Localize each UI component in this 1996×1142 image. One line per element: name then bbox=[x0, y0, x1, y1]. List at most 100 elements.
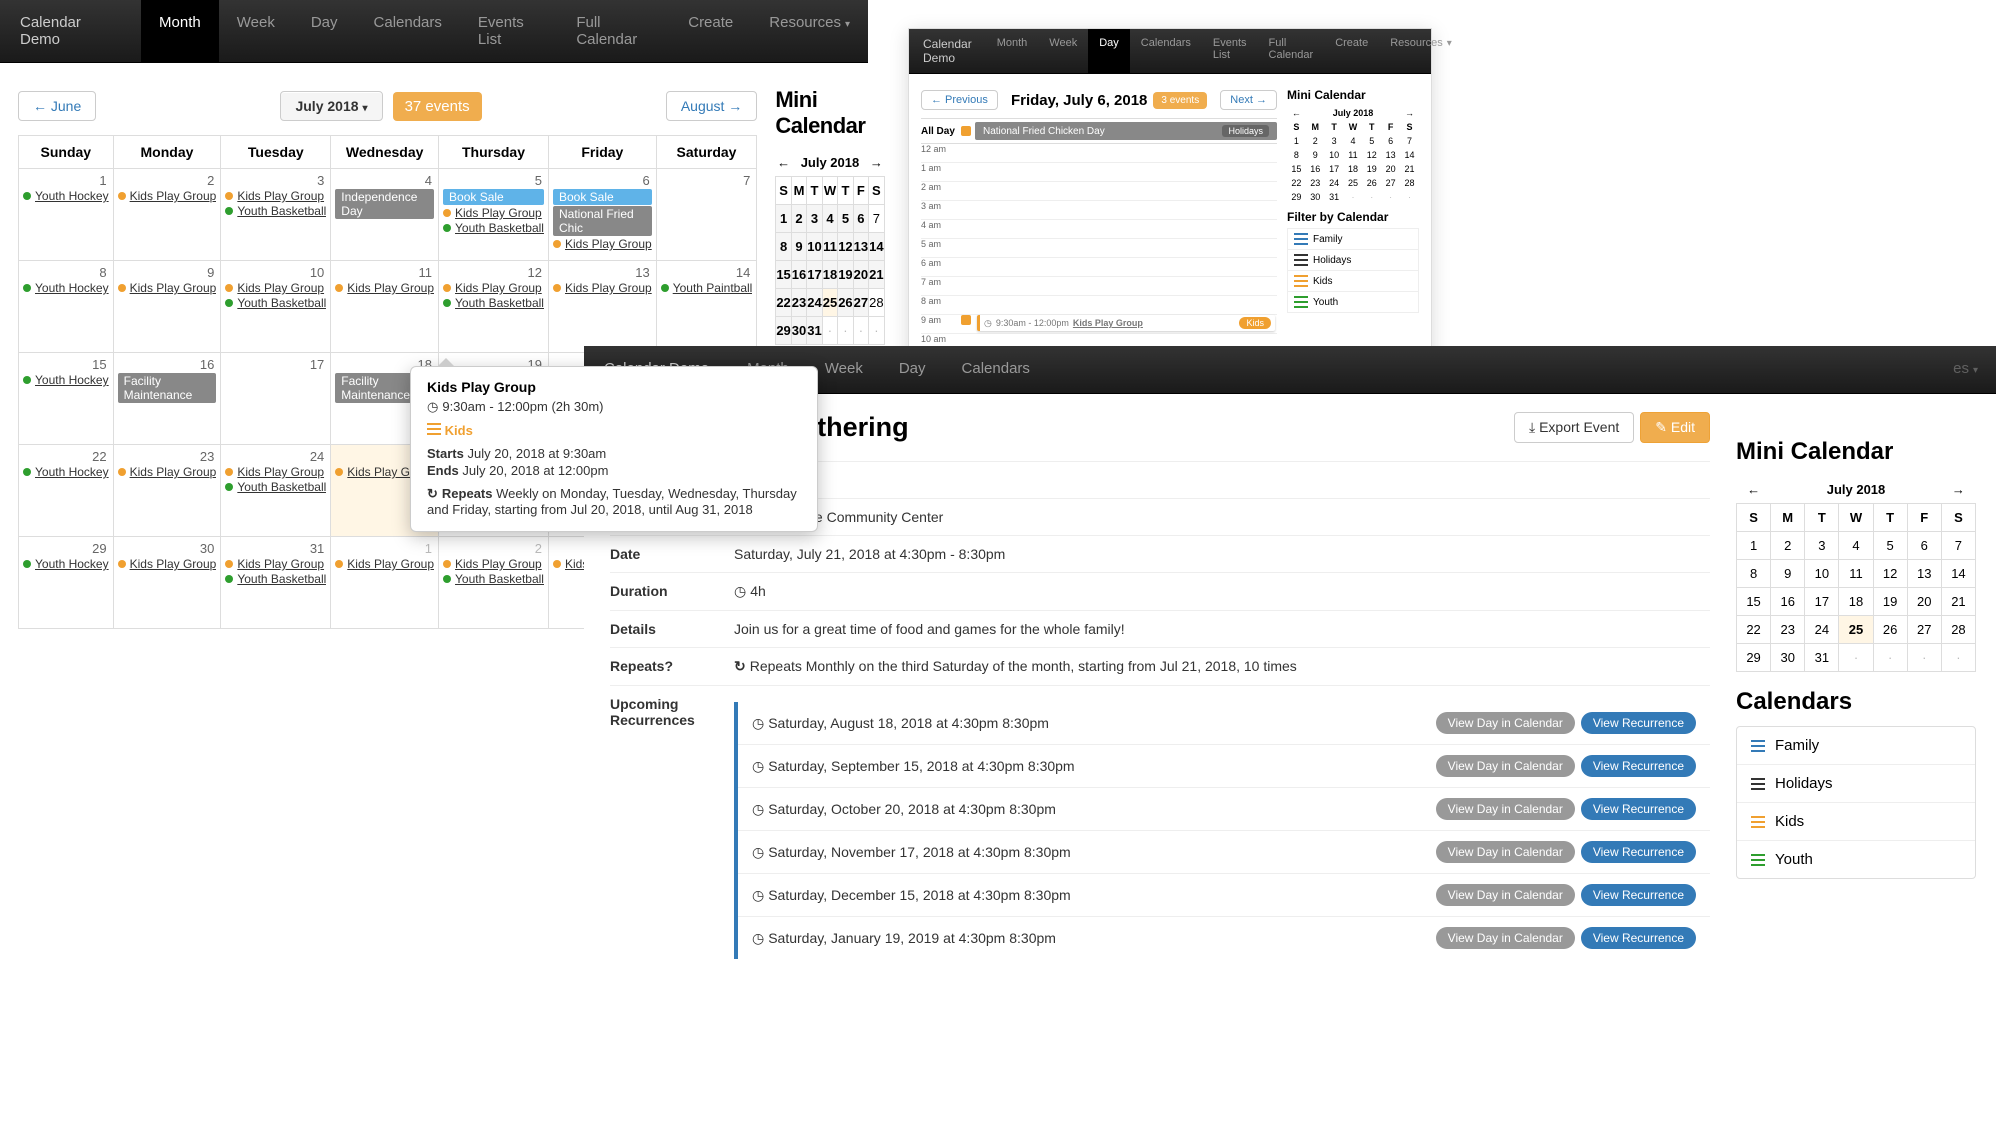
day-cell[interactable]: 24Kids Play GroupYouth Basketball bbox=[221, 445, 331, 537]
day-cell[interactable]: 5Book SaleKids Play GroupYouth Basketbal… bbox=[439, 169, 549, 261]
day-cell[interactable]: 15Youth Hockey bbox=[19, 353, 114, 445]
event-link[interactable]: Kids Play Group bbox=[130, 189, 217, 203]
day-cell[interactable]: 17 bbox=[221, 353, 331, 445]
event-link[interactable]: Kids Play Group bbox=[565, 237, 652, 251]
day-cell[interactable]: 23Kids Play Group bbox=[113, 445, 221, 537]
day-cell[interactable]: 8Youth Hockey bbox=[19, 261, 114, 353]
event-link[interactable]: Youth Paintball bbox=[673, 281, 753, 295]
day-event[interactable]: 9:30am - 12:00pm Kids Play GroupKids bbox=[977, 315, 1275, 331]
nav-item-create[interactable]: Create bbox=[670, 0, 751, 62]
event-bar[interactable]: Independence Day bbox=[335, 189, 434, 219]
view-recurrence-button[interactable]: View Recurrence bbox=[1581, 712, 1696, 734]
event-link[interactable]: Youth Basketball bbox=[237, 480, 326, 494]
edit-button[interactable]: Edit bbox=[1640, 412, 1710, 443]
event-link[interactable]: Youth Hockey bbox=[35, 373, 109, 387]
calendar-item[interactable]: Youth bbox=[1737, 841, 1975, 878]
day-cell[interactable]: 1Kids Play Group bbox=[331, 537, 439, 629]
event-link[interactable]: Kids Play Group bbox=[347, 281, 434, 295]
event-link[interactable]: Youth Hockey bbox=[35, 465, 109, 479]
nav-item-month[interactable]: Month bbox=[141, 0, 219, 62]
nav-item-full-calendar[interactable]: Full Calendar bbox=[558, 0, 670, 62]
day-cell[interactable]: 10Kids Play GroupYouth Basketball bbox=[221, 261, 331, 353]
day-cell[interactable]: 13Kids Play Group bbox=[548, 261, 656, 353]
view-day-button[interactable]: View Day in Calendar bbox=[1436, 927, 1575, 949]
day-cell[interactable]: 22Youth Hockey bbox=[19, 445, 114, 537]
calendar-item[interactable]: Holidays bbox=[1737, 765, 1975, 803]
event-bar[interactable]: Book Sale bbox=[443, 189, 544, 205]
view-recurrence-button[interactable]: View Recurrence bbox=[1581, 755, 1696, 777]
brand[interactable]: Calendar Demo bbox=[0, 0, 141, 62]
event-link[interactable]: Kids Play Group bbox=[130, 557, 217, 571]
event-link[interactable]: Youth Hockey bbox=[35, 281, 109, 295]
day-cell[interactable]: 11Kids Play Group bbox=[331, 261, 439, 353]
view-day-button[interactable]: View Day in Calendar bbox=[1436, 841, 1575, 863]
day-cell[interactable]: 2Kids Play GroupYouth Basketball bbox=[439, 537, 549, 629]
day-cell[interactable]: 1Youth Hockey bbox=[19, 169, 114, 261]
day-cell[interactable]: 2Kids Play Group bbox=[113, 169, 221, 261]
event-link[interactable]: Youth Basketball bbox=[237, 296, 326, 310]
prev-month-button[interactable]: ← June bbox=[18, 91, 96, 121]
day-cell[interactable]: 30Kids Play Group bbox=[113, 537, 221, 629]
view-day-button[interactable]: View Day in Calendar bbox=[1436, 712, 1575, 734]
day-cell[interactable]: 4Independence Day bbox=[331, 169, 439, 261]
day-cell[interactable]: 29Youth Hockey bbox=[19, 537, 114, 629]
event-link[interactable]: Youth Hockey bbox=[35, 557, 109, 571]
event-link[interactable]: Youth Basketball bbox=[455, 572, 544, 586]
mini-calendar-event[interactable]: ←July 2018→ SMTWTFS 12345678910111213141… bbox=[1736, 476, 1976, 672]
mini-prev[interactable]: ← bbox=[776, 149, 791, 177]
view-recurrence-button[interactable]: View Recurrence bbox=[1581, 927, 1696, 949]
event-link[interactable]: Kids Play Group bbox=[455, 206, 542, 220]
event-link[interactable]: Kids Play Group bbox=[237, 465, 324, 479]
nav-item-events-list[interactable]: Events List bbox=[460, 0, 558, 62]
event-link[interactable]: Kids Play Group bbox=[455, 281, 542, 295]
view-recurrence-button[interactable]: View Recurrence bbox=[1581, 798, 1696, 820]
allday-event[interactable]: National Fried Chicken Day Holidays bbox=[975, 122, 1277, 140]
day-cell[interactable]: 12Kids Play GroupYouth Basketball bbox=[439, 261, 549, 353]
event-link[interactable]: Kids Play Group bbox=[237, 557, 324, 571]
event-link[interactable]: Kids Play Group bbox=[237, 189, 324, 203]
day-cell[interactable]: 14Youth Paintball bbox=[656, 261, 757, 353]
day-cell[interactable]: 31Kids Play GroupYouth Basketball bbox=[221, 537, 331, 629]
nav-item-calendars[interactable]: Calendars bbox=[356, 0, 460, 62]
day-cell[interactable]: 7 bbox=[656, 169, 757, 261]
view-recurrence-button[interactable]: View Recurrence bbox=[1581, 884, 1696, 906]
day-cell[interactable]: 16Facility Maintenance bbox=[113, 353, 221, 445]
mini-next[interactable]: → bbox=[869, 149, 884, 177]
event-link[interactable]: Youth Basketball bbox=[237, 204, 326, 218]
calendar-item[interactable]: Family bbox=[1737, 727, 1975, 765]
event-link[interactable]: Kids Play Group bbox=[347, 557, 434, 571]
export-icon bbox=[1529, 419, 1539, 435]
mini-calendar[interactable]: ←July 2018→ SMTWTFS 12345678910111213141… bbox=[775, 149, 884, 345]
event-bar[interactable]: Facility Maintenance bbox=[118, 373, 217, 403]
next-day-button[interactable]: Next → bbox=[1220, 90, 1277, 110]
event-link[interactable]: Youth Basketball bbox=[237, 572, 326, 586]
view-day-button[interactable]: View Day in Calendar bbox=[1436, 884, 1575, 906]
next-month-button[interactable]: August → bbox=[666, 91, 757, 121]
month-picker[interactable]: July 2018 bbox=[280, 91, 382, 121]
event-link[interactable]: Kids Play Group bbox=[237, 281, 324, 295]
event-link[interactable]: Kids Play Group bbox=[455, 557, 542, 571]
calendar-item[interactable]: Kids bbox=[1737, 803, 1975, 841]
event-link[interactable]: Youth Hockey bbox=[35, 189, 109, 203]
view-day-button[interactable]: View Day in Calendar bbox=[1436, 755, 1575, 777]
day-cell[interactable]: 9Kids Play Group bbox=[113, 261, 221, 353]
event-link[interactable]: Youth Basketball bbox=[455, 296, 544, 310]
event-link[interactable]: Youth Basketball bbox=[455, 221, 544, 235]
event-link[interactable]: Kids Play Group bbox=[565, 281, 652, 295]
day-cell[interactable]: 6Book SaleNational Fried ChicKids Play G… bbox=[548, 169, 656, 261]
event-bar[interactable]: Book Sale bbox=[553, 189, 652, 205]
day-cell[interactable]: 3Kids Play GroupYouth Basketball bbox=[221, 169, 331, 261]
mini-calendar-day[interactable]: ←July 2018→ SMTWTFS 12345678910111213141… bbox=[1287, 106, 1419, 204]
nav-item-day[interactable]: Day bbox=[293, 0, 356, 62]
repeat-icon bbox=[427, 486, 442, 501]
prev-day-button[interactable]: ← Previous bbox=[921, 90, 998, 110]
event-link[interactable]: Kids Play Group bbox=[130, 281, 217, 295]
nav-item-week[interactable]: Week bbox=[219, 0, 293, 62]
edit-icon bbox=[1655, 419, 1671, 435]
view-day-button[interactable]: View Day in Calendar bbox=[1436, 798, 1575, 820]
resources-dropdown[interactable]: Resources bbox=[751, 0, 868, 62]
event-link[interactable]: Kids Play Group bbox=[130, 465, 217, 479]
export-button[interactable]: Export Event bbox=[1514, 412, 1634, 443]
event-bar[interactable]: National Fried Chic bbox=[553, 206, 652, 236]
view-recurrence-button[interactable]: View Recurrence bbox=[1581, 841, 1696, 863]
